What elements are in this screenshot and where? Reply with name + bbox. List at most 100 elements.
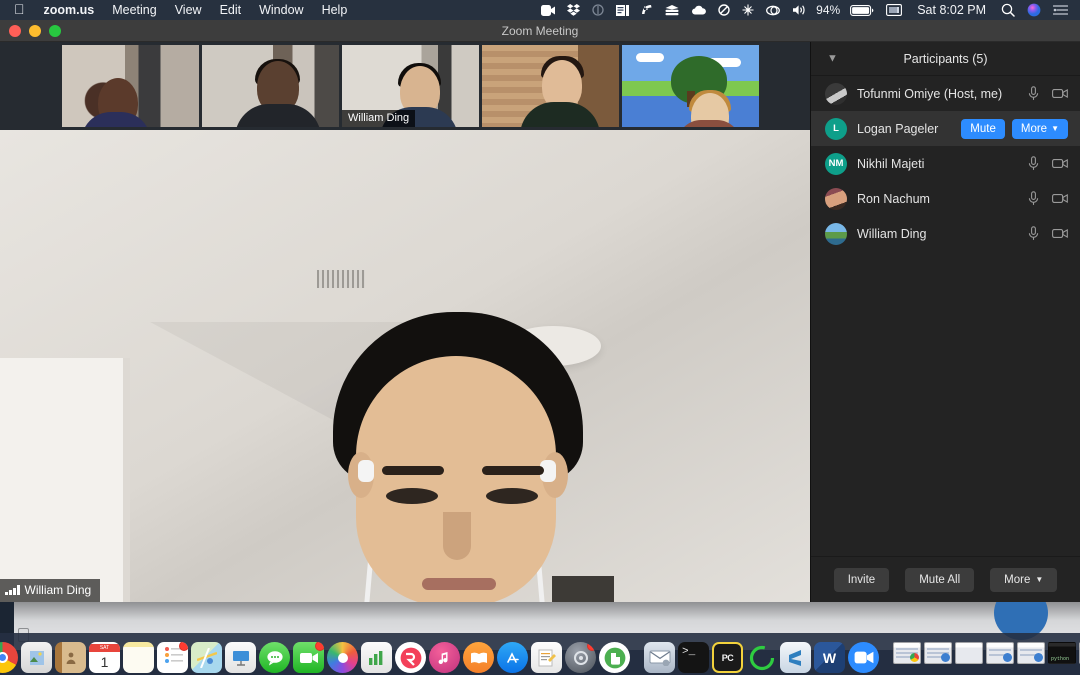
close-button[interactable]	[9, 24, 21, 37]
volume-icon[interactable]	[786, 0, 813, 20]
participant-status-icons	[1028, 86, 1068, 101]
microphone-icon[interactable]	[1028, 191, 1039, 206]
sophos-icon[interactable]	[635, 0, 659, 20]
video-camera-icon[interactable]	[1052, 158, 1068, 169]
main-speaker-video[interactable]: William Ding	[0, 130, 810, 602]
mute-participant-button[interactable]: Mute	[961, 118, 1005, 139]
video-camera-icon[interactable]	[1052, 88, 1068, 99]
minimized-window-terminal[interactable]: python	[1048, 642, 1076, 664]
maps-icon[interactable]	[191, 642, 222, 673]
participant-name: Tofunmi Omiye (Host, me)	[857, 86, 1003, 101]
chevron-down-icon: ▼	[1051, 123, 1059, 133]
apple-logo-icon[interactable]: 	[6, 2, 35, 18]
notes-icon[interactable]	[123, 642, 154, 673]
menu-view[interactable]: View	[166, 3, 211, 17]
crosshair-icon[interactable]	[736, 0, 760, 20]
participant-row-logan-pageler[interactable]: L Logan Pageler Mute More ▼	[811, 111, 1080, 146]
minimize-button[interactable]	[29, 24, 41, 37]
keynote-icon[interactable]	[225, 642, 256, 673]
itunes-icon[interactable]	[429, 642, 460, 673]
books-icon[interactable]	[463, 642, 494, 673]
system-preferences-icon[interactable]	[565, 642, 596, 673]
news-icon[interactable]	[395, 642, 426, 673]
minimized-window-chrome[interactable]	[893, 642, 921, 664]
minimized-window-document[interactable]	[986, 642, 1014, 664]
more-button-label: More	[1020, 122, 1048, 135]
video-thumbnail[interactable]	[482, 45, 619, 127]
invite-button[interactable]: Invite	[833, 567, 890, 592]
thumbnail-video-feed	[62, 45, 199, 127]
microphone-icon[interactable]	[1028, 86, 1039, 101]
siri-icon[interactable]	[1021, 0, 1047, 20]
video-camera-icon[interactable]	[1052, 228, 1068, 239]
zoom-icon[interactable]	[848, 642, 879, 673]
backup-icon[interactable]	[659, 0, 685, 20]
window-app-badge	[1034, 653, 1043, 662]
reminders-icon[interactable]	[157, 642, 188, 673]
avatar	[825, 187, 847, 210]
menu-app-name[interactable]: zoom.us	[35, 3, 104, 17]
word-icon[interactable]: W	[814, 642, 845, 673]
participant-row-william-ding[interactable]: William Ding	[811, 216, 1080, 251]
pycharm-icon[interactable]: PC	[712, 642, 743, 673]
video-thumbnail[interactable]	[622, 45, 759, 127]
numbers-icon[interactable]	[361, 642, 392, 673]
window-app-badge	[1003, 653, 1012, 662]
display-icon[interactable]	[880, 0, 908, 20]
menu-edit[interactable]: Edit	[211, 3, 251, 17]
loading-icon[interactable]	[746, 642, 777, 673]
contacts-icon[interactable]	[55, 642, 86, 673]
text-editor-icon[interactable]	[531, 642, 562, 673]
maximize-button[interactable]	[49, 24, 61, 37]
mail-icon[interactable]	[644, 642, 675, 673]
participant-name: Logan Pageler	[857, 121, 939, 136]
battery-icon[interactable]	[844, 0, 880, 20]
photos-icon[interactable]	[327, 642, 358, 673]
video-thumbnail[interactable]	[62, 45, 199, 127]
sublime-text-icon[interactable]	[780, 642, 811, 673]
menu-help[interactable]: Help	[313, 3, 357, 17]
bluetooth-icon[interactable]	[586, 0, 610, 20]
speaker-eye-right	[486, 488, 538, 504]
evernote-icon[interactable]	[599, 642, 630, 673]
onedrive-icon[interactable]	[685, 0, 712, 20]
search-icon[interactable]	[995, 0, 1021, 20]
video-thumbnail-active-speaker[interactable]: William Ding	[342, 45, 479, 127]
minimized-window-document[interactable]	[1017, 642, 1045, 664]
video-camera-icon[interactable]	[1052, 193, 1068, 204]
mute-all-button[interactable]: Mute All	[905, 567, 975, 592]
microphone-icon[interactable]	[1028, 156, 1039, 171]
grammarly-icon[interactable]	[760, 0, 786, 20]
earbud-left	[358, 460, 374, 482]
zoom-camera-icon[interactable]	[535, 0, 561, 20]
participant-row-nikhil-majeti[interactable]: NM Nikhil Majeti	[811, 146, 1080, 181]
chevron-down-icon[interactable]: ▼	[827, 53, 838, 64]
terminal-icon[interactable]: >_	[678, 642, 709, 673]
app-store-icon[interactable]	[497, 642, 528, 673]
box-icon[interactable]	[610, 0, 635, 20]
calendar-icon[interactable]: SAT 1	[89, 642, 120, 673]
video-thumbnail[interactable]	[202, 45, 339, 127]
chevron-down-icon: ▼	[1035, 574, 1044, 584]
window-title-bar[interactable]: Zoom Meeting	[0, 20, 1080, 42]
menu-bar-clock[interactable]: Sat 8:02 PM	[908, 3, 995, 17]
microphone-icon[interactable]	[1028, 226, 1039, 241]
panel-more-label: More	[1004, 573, 1031, 586]
minimized-window-document[interactable]	[924, 642, 952, 664]
facetime-icon[interactable]	[293, 642, 324, 673]
minimized-window-blank[interactable]	[955, 642, 983, 664]
preview-icon[interactable]	[21, 642, 52, 673]
messages-icon[interactable]	[259, 642, 290, 673]
zoom-window-body: William Ding William Ding ▼ Participants…	[0, 42, 1080, 602]
participant-row-ron-nachum[interactable]: Ron Nachum	[811, 181, 1080, 216]
chrome-icon[interactable]	[0, 642, 18, 673]
dropbox-icon[interactable]	[561, 0, 586, 20]
circle-outline-icon[interactable]	[712, 0, 736, 20]
panel-more-button[interactable]: More ▼	[990, 567, 1058, 592]
menu-meeting[interactable]: Meeting	[103, 3, 165, 17]
participant-more-button[interactable]: More ▼	[1011, 118, 1068, 139]
participant-row-tofunmi-omiye[interactable]: Tofunmi Omiye (Host, me)	[811, 76, 1080, 111]
control-center-icon[interactable]	[1047, 0, 1074, 20]
menu-window[interactable]: Window	[250, 3, 312, 17]
notification-badge	[587, 642, 596, 651]
